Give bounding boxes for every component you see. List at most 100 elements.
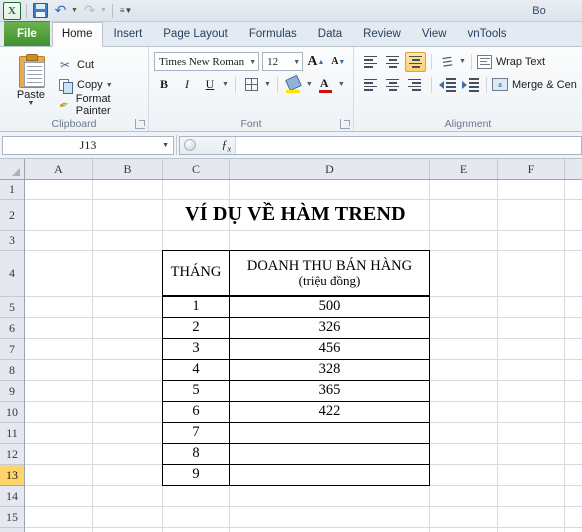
cell-month-7[interactable]: 7: [162, 422, 230, 444]
column-header-c[interactable]: C: [163, 159, 230, 179]
column-header-b[interactable]: B: [93, 159, 163, 179]
insert-function-icon[interactable]: ƒx: [221, 137, 231, 153]
row-header-4[interactable]: 4: [0, 251, 24, 297]
tab-home[interactable]: Home: [51, 22, 103, 47]
top-align-button[interactable]: [359, 52, 380, 72]
column-header-f[interactable]: F: [498, 159, 565, 179]
cut-button[interactable]: ✂ Cut: [57, 55, 143, 75]
tab-insert[interactable]: Insert: [104, 22, 153, 46]
redo-dropdown-icon[interactable]: ▼: [100, 7, 107, 14]
cell-month-1[interactable]: 1: [162, 296, 230, 318]
tab-vntools[interactable]: vnTools: [458, 22, 517, 46]
font-color-dropdown-icon[interactable]: ▼: [338, 81, 345, 88]
row-header-7[interactable]: 7: [0, 339, 24, 360]
column-header-e[interactable]: E: [430, 159, 498, 179]
orientation-button[interactable]: ☰: [437, 52, 458, 72]
ribbon-tabs: File Home Insert Page Layout Formulas Da…: [0, 21, 582, 47]
row-header-8[interactable]: 8: [0, 360, 24, 381]
redo-button[interactable]: ↷: [81, 2, 98, 19]
copy-dropdown-icon[interactable]: ▼: [106, 82, 113, 89]
save-button[interactable]: [32, 2, 49, 19]
italic-button[interactable]: I: [177, 75, 197, 95]
column-header-a[interactable]: A: [25, 159, 93, 179]
row-header-1[interactable]: 1: [0, 180, 24, 200]
tab-review[interactable]: Review: [353, 22, 411, 46]
bottom-align-button[interactable]: [405, 51, 426, 72]
cell-month-6[interactable]: 6: [162, 401, 230, 423]
fill-color-button[interactable]: [284, 74, 304, 95]
cell-revenue-8[interactable]: [229, 443, 430, 465]
cell-revenue-9[interactable]: [229, 464, 430, 486]
tab-page-layout[interactable]: Page Layout: [153, 22, 238, 46]
formula-input-area[interactable]: ƒx: [179, 135, 582, 155]
customize-qat-icon[interactable]: ≡▼: [118, 6, 135, 15]
paste-dropdown-icon[interactable]: ▼: [28, 100, 35, 107]
wrap-text-button[interactable]: Wrap Text: [476, 51, 545, 72]
font-size-input[interactable]: 12 ▼: [262, 52, 304, 71]
cell-header-month[interactable]: THÁNG: [162, 250, 230, 296]
underline-button[interactable]: U: [200, 75, 220, 95]
row-header-6[interactable]: 6: [0, 318, 24, 339]
cell-month-3[interactable]: 3: [162, 338, 230, 360]
cell-month-4[interactable]: 4: [162, 359, 230, 381]
grow-font-button[interactable]: A ▲: [306, 52, 325, 72]
cell-month-2[interactable]: 2: [162, 317, 230, 339]
cell-revenue-5[interactable]: 365: [229, 380, 430, 402]
cell-month-8[interactable]: 8: [162, 443, 230, 465]
increase-indent-button[interactable]: [460, 75, 481, 95]
merge-center-button[interactable]: a Merge & Cen: [492, 74, 577, 95]
undo-dropdown-icon[interactable]: ▼: [71, 7, 78, 14]
row-header-14[interactable]: 14: [0, 486, 24, 507]
cell-revenue-3[interactable]: 456: [229, 338, 430, 360]
align-left-button[interactable]: [359, 75, 380, 95]
clipboard-dialog-launcher-icon[interactable]: [135, 119, 145, 129]
middle-align-button[interactable]: [382, 52, 403, 72]
cell-month-5[interactable]: 5: [162, 380, 230, 402]
borders-button[interactable]: [242, 75, 262, 95]
select-all-corner[interactable]: [0, 159, 25, 179]
cell-revenue-1[interactable]: 500: [229, 296, 430, 318]
align-right-button[interactable]: [405, 75, 426, 95]
tab-formulas[interactable]: Formulas: [239, 22, 307, 46]
name-box-dropdown-icon[interactable]: ▼: [162, 141, 169, 149]
font-name-dropdown-icon[interactable]: ▼: [246, 58, 256, 66]
row-header-2[interactable]: 2: [0, 200, 24, 231]
cell-header-revenue[interactable]: DOANH THU BÁN HÀNG (triệu đồng): [229, 250, 430, 296]
insert-function-ball-icon[interactable]: [184, 139, 196, 151]
borders-dropdown-icon[interactable]: ▼: [264, 81, 271, 88]
underline-dropdown-icon[interactable]: ▼: [222, 81, 229, 88]
row-header-10[interactable]: 10: [0, 402, 24, 423]
row-header-12[interactable]: 12: [0, 444, 24, 465]
font-name-input[interactable]: Times New Roman ▼: [154, 52, 260, 71]
tab-data[interactable]: Data: [308, 22, 352, 46]
excel-logo-icon[interactable]: X: [3, 1, 21, 20]
cell-revenue-4[interactable]: 328: [229, 359, 430, 381]
row-header-9[interactable]: 9: [0, 381, 24, 402]
row-header-3[interactable]: 3: [0, 231, 24, 251]
decrease-indent-button[interactable]: [437, 75, 458, 95]
align-center-button[interactable]: [382, 75, 403, 95]
shrink-font-button[interactable]: A ▼: [329, 52, 348, 72]
tab-file[interactable]: File: [4, 21, 50, 46]
font-dialog-launcher-icon[interactable]: [340, 119, 350, 129]
cell-title[interactable]: VÍ DỤ VỀ HÀM TREND: [162, 199, 429, 230]
cell-revenue-2[interactable]: 326: [229, 317, 430, 339]
bold-button[interactable]: B: [154, 75, 174, 95]
name-box[interactable]: J13 ▼: [2, 135, 174, 155]
font-size-dropdown-icon[interactable]: ▼: [290, 58, 300, 66]
tab-view[interactable]: View: [412, 22, 457, 46]
column-header-d[interactable]: D: [230, 159, 430, 179]
undo-button[interactable]: ↶: [52, 2, 69, 19]
cell-month-9[interactable]: 9: [162, 464, 230, 486]
row-header-11[interactable]: 11: [0, 423, 24, 444]
format-painter-button[interactable]: ✒ Format Painter: [57, 93, 143, 117]
copy-button[interactable]: Copy ▼: [57, 75, 143, 95]
cell-revenue-7[interactable]: [229, 422, 430, 444]
cell-revenue-6[interactable]: 422: [229, 401, 430, 423]
row-header-13[interactable]: 13: [0, 465, 24, 486]
orientation-dropdown-icon[interactable]: ▼: [459, 58, 466, 65]
font-color-button[interactable]: A: [316, 75, 336, 95]
fill-color-dropdown-icon[interactable]: ▼: [306, 81, 313, 88]
row-header-15[interactable]: 15: [0, 507, 24, 528]
row-header-5[interactable]: 5: [0, 297, 24, 318]
